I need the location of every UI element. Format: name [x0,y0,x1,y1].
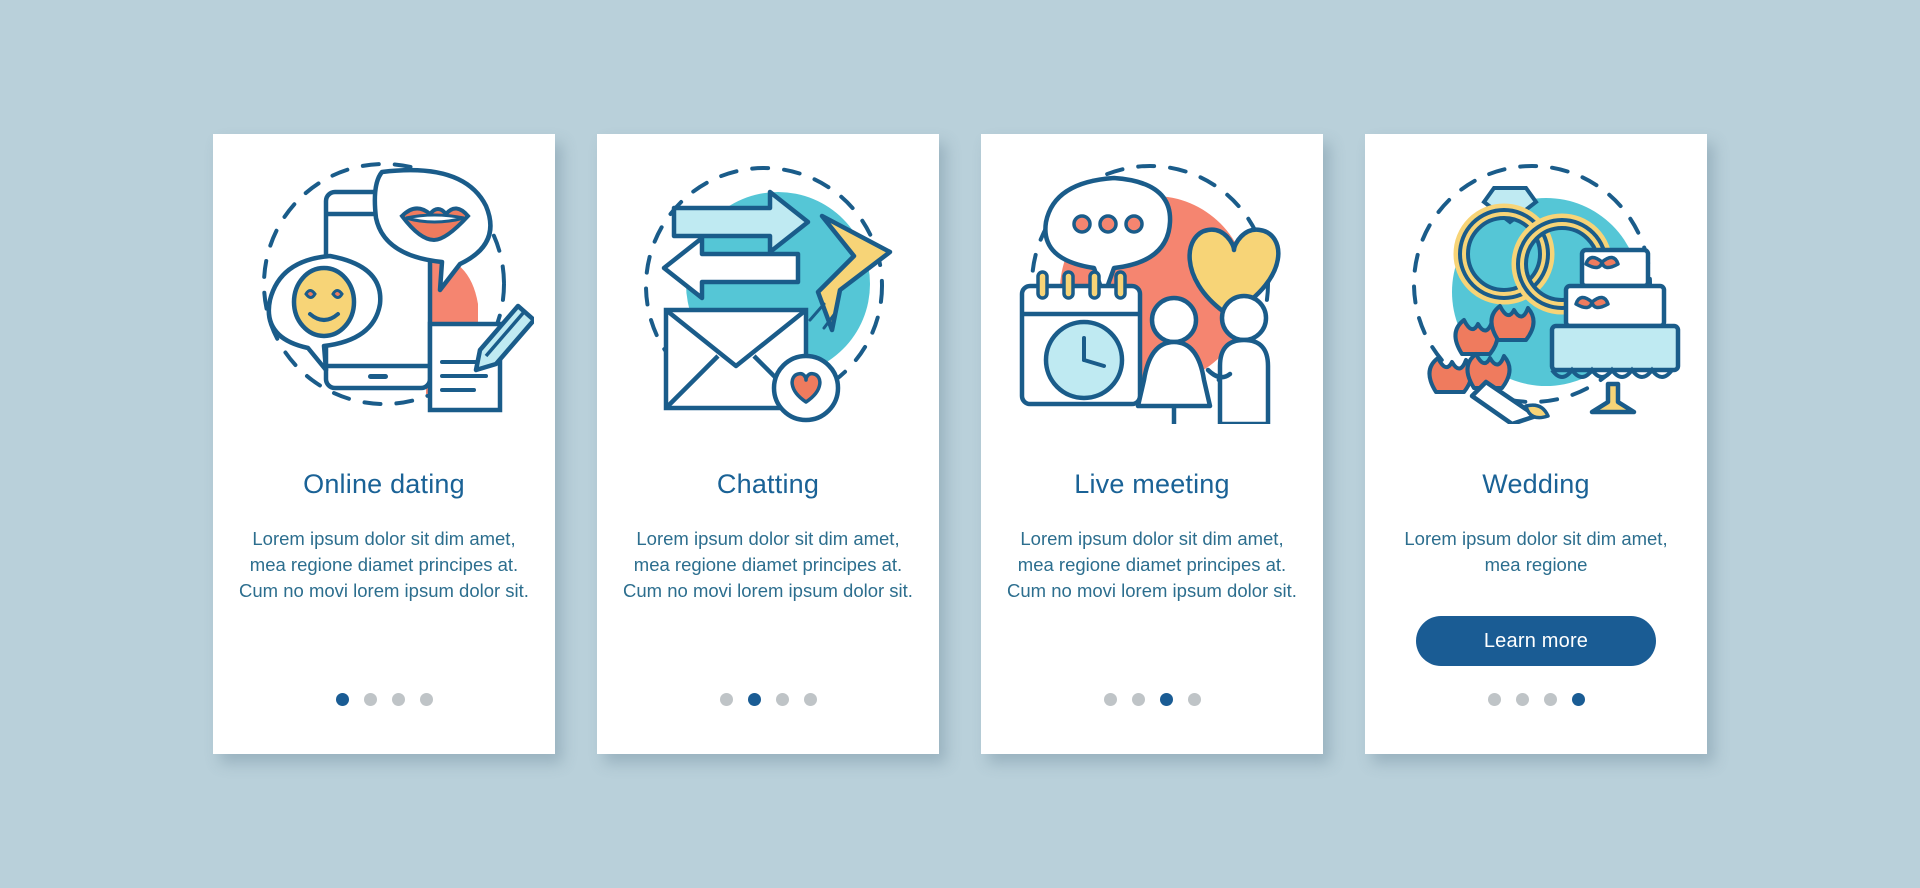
pagination-dot[interactable] [1543,693,1557,706]
pagination-dot[interactable] [719,693,733,706]
pagination-dot[interactable] [419,693,433,706]
page-title: Chatting [716,469,820,499]
pagination-dot[interactable] [335,693,349,706]
page-title: Wedding [1482,469,1590,499]
illustration-online-dating [213,134,555,434]
pagination-dot[interactable] [1131,693,1145,706]
phone-chat-bubbles-icon [262,162,534,413]
pagination-dot[interactable] [363,693,377,706]
onboarding-screens-container: Online dating Lorem ipsum dolor sit dim … [0,0,1920,888]
onboarding-card-online-dating[interactable]: Online dating Lorem ipsum dolor sit dim … [213,134,555,754]
onboarding-card-wedding[interactable]: Wedding Lorem ipsum dolor sit dim amet, … [1365,134,1707,754]
pagination-dot[interactable] [775,693,789,706]
card-description: Lorem ipsum dolor sit dim amet, mea regi… [239,527,529,602]
pagination-dot[interactable] [1487,693,1501,706]
onboarding-card-chatting[interactable]: Chatting Lorem ipsum dolor sit dim amet,… [597,134,939,754]
calendar-couple-heart-icon [1019,164,1281,424]
card-description: Lorem ipsum dolor sit dim amet, mea regi… [1404,527,1668,575]
pagination-dot[interactable] [1187,693,1201,706]
pagination-dot[interactable] [803,693,817,706]
pagination-dot[interactable] [391,693,405,706]
pagination-dots[interactable] [597,693,939,706]
page-title: Online dating [303,469,465,499]
pagination-dot[interactable] [1571,693,1585,706]
pagination-dots[interactable] [213,693,555,706]
illustration-live-meeting [981,134,1323,434]
envelope-arrows-icon [644,166,893,423]
learn-more-button[interactable]: Learn more [1416,616,1656,667]
illustration-wedding [1365,134,1707,434]
pagination-dots[interactable] [1365,693,1707,706]
illustration-chatting [597,134,939,434]
pagination-dot[interactable] [1103,693,1117,706]
rings-cake-flowers-icon [1412,164,1681,424]
pagination-dot[interactable] [1515,693,1529,706]
pagination-dot[interactable] [1159,693,1173,706]
card-description: Lorem ipsum dolor sit dim amet, mea regi… [623,527,913,602]
card-description: Lorem ipsum dolor sit dim amet, mea regi… [1007,527,1297,602]
pagination-dots[interactable] [981,693,1323,706]
pagination-dot[interactable] [747,693,761,706]
onboarding-card-live-meeting[interactable]: Live meeting Lorem ipsum dolor sit dim a… [981,134,1323,754]
page-title: Live meeting [1074,469,1230,499]
